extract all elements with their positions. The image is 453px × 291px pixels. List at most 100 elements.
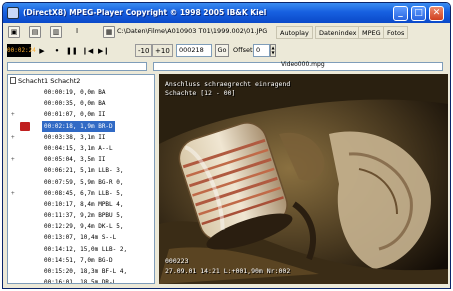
tree-row[interactable]: 00:00:35, 0,0m BA: [8, 98, 154, 109]
offset-input[interactable]: 0: [253, 44, 270, 57]
offset-label: Offset: [233, 46, 253, 54]
tree-row-time: 00:11:37: [44, 212, 73, 220]
tree-row-time: 00:00:35: [44, 100, 73, 108]
tree-row-time: 00:05:04: [44, 156, 73, 164]
photo-marker-icon: [20, 121, 30, 131]
tree-header[interactable]: Schacht1 Schacht2: [10, 77, 80, 85]
tree-row-text: 00:14:12, 15,0m LLB- 2,: [44, 245, 128, 253]
tree-row[interactable]: +00:01:07, 0,0m II: [8, 109, 154, 120]
tree-row-observation: 3,5m II: [80, 156, 106, 164]
tree-row[interactable]: 00:11:37, 9,2m BPBU 5,: [8, 210, 154, 221]
play-dot-icon[interactable]: •: [51, 44, 63, 57]
tree-row-observation: 8,4m MPBL 4,: [80, 200, 124, 208]
pipe-inspection-image: [159, 74, 448, 284]
tree-row-text: 00:05:04, 3,5m II: [44, 156, 106, 164]
tree-row-time: 00:10:17: [44, 200, 73, 208]
tree-row-observation: 7,0m BG-D: [80, 256, 113, 264]
overlay-top-line2: Schachte [12 - 00]: [165, 89, 236, 97]
tree-row-observation: 6,7m LLB- 5,: [80, 189, 124, 197]
tree-row-text: 00:06:21, 5,1m LLB- 3,: [44, 167, 124, 175]
forward-10-button[interactable]: +10: [152, 44, 173, 57]
expand-icon[interactable]: +: [11, 132, 18, 143]
autoplay-button[interactable]: Autoplay: [276, 26, 313, 39]
tree-row[interactable]: 00:14:51, 7,0m BG-D: [8, 255, 154, 266]
maximize-button[interactable]: □: [411, 6, 426, 21]
tree-row-text: 00:16:01, 18,5m DR-L: [42, 277, 118, 284]
back-10-button[interactable]: -10: [135, 44, 153, 57]
tree-row-time: 00:08:45: [44, 189, 73, 197]
player-window: (DirectX8) MPEG-Player Copyright © 1998 …: [2, 2, 451, 289]
skip-back-icon[interactable]: ❙◀: [79, 44, 96, 57]
tree-row[interactable]: 00:10:17, 8,4m MPBL 4,: [8, 199, 154, 210]
tree-row-time: 00:07:59: [44, 178, 73, 186]
info-icon[interactable]: I: [71, 26, 83, 38]
tree-row-observation: 9,2m BPBU 5,: [80, 212, 124, 220]
minimize-button[interactable]: _: [393, 6, 408, 21]
tree-row-text: 00:10:17, 8,4m MPBL 4,: [44, 200, 124, 208]
expand-icon[interactable]: +: [11, 188, 18, 199]
frame-input[interactable]: 000218: [176, 44, 212, 57]
tree-rows: 00:00:19, 0,0m BA 00:00:35, 0,0m BA +00:01…: [8, 87, 154, 284]
tree-row[interactable]: 00:13:07, 10,4m S--L: [8, 232, 154, 243]
tree-row[interactable]: 00:02:18, 1,9m BR-D: [8, 120, 154, 132]
close-button[interactable]: ✕: [429, 6, 444, 21]
tree-row[interactable]: 00:07:59, 5,9m BG-R 0,: [8, 177, 154, 188]
tree-row[interactable]: 00:14:12, 15,0m LLB- 2,: [8, 244, 154, 255]
tree-row-time: 00:12:29: [44, 223, 73, 231]
fotos-button[interactable]: Fotos: [383, 26, 409, 39]
tree-row[interactable]: +00:08:45, 6,7m LLB- 5,: [8, 188, 154, 199]
tree-row-time: 00:14:12: [44, 245, 73, 253]
app-icon: [7, 7, 19, 19]
tree-row[interactable]: +00:05:04, 3,5m II: [8, 154, 154, 165]
tree-row-time: 00:15:20: [44, 268, 73, 275]
floppy-icon[interactable]: ▣: [8, 26, 20, 38]
tree-row[interactable]: 00:12:29, 9,4m DK-L 5,: [8, 221, 154, 232]
tree-row-text: 00:13:07, 10,4m S--L: [44, 234, 117, 242]
transport-bar: 00:02:24 ▶ • ❚❚ ❙◀ ▶❙ -10 +10 000218 Go …: [3, 42, 450, 60]
tree-row[interactable]: +00:03:38, 3,1m II: [8, 132, 154, 143]
tree-row-text: 00:15:20, 18,3m BF-L 4,: [44, 268, 128, 275]
tree-row-text: 00:03:38, 3,1m II: [44, 133, 106, 141]
tree-row-observation: 3,1m A--L: [80, 144, 113, 152]
title-bar[interactable]: (DirectX8) MPEG-Player Copyright © 1998 …: [3, 3, 450, 23]
video-frame[interactable]: Anschluss schraegrecht einragend Schacht…: [159, 74, 448, 284]
tree-row-observation: 0,0m II: [80, 111, 106, 119]
tree-row-observation: 3,1m II: [80, 133, 106, 141]
main-toolbar: ▣ ▤ ▥ I ▦ C:\Daten\Filme\A010903 T01\199…: [3, 24, 450, 41]
dateindex-button[interactable]: Datenindex: [315, 26, 361, 39]
tree-row-text: 00:11:37, 9,2m BPBU 5,: [44, 212, 124, 220]
tree-row[interactable]: 00:15:20, 18,3m BF-L 4,: [8, 266, 154, 277]
tree-row[interactable]: 00:16:01, 18,5m DR-L: [8, 277, 154, 284]
skip-forward-icon[interactable]: ▶❙: [95, 44, 112, 57]
overlay-bottom-line: 27.09.01 14:21 L:+001,90m Nr:002: [165, 267, 291, 275]
tree-row-observation: 5,1m LLB- 3,: [80, 167, 124, 175]
mpeg-button[interactable]: MPEG: [358, 26, 385, 39]
folder-icon[interactable]: ▤: [29, 26, 41, 38]
tree-row-time: 00:00:19: [44, 89, 73, 96]
tree-row-observation: 9,4m DK-L 5,: [80, 223, 124, 231]
tree-row-text: 00:12:29, 9,4m DK-L 5,: [44, 223, 124, 231]
print-icon[interactable]: ▥: [50, 26, 62, 38]
tree-row-text: 00:01:07, 0,0m II: [44, 111, 106, 119]
photo-icon[interactable]: ▦: [103, 26, 115, 38]
seek-row: Video000.mpg: [3, 61, 450, 72]
seek-bar-left[interactable]: [7, 62, 147, 71]
document-icon: [10, 77, 16, 84]
tree-row-observation: 18,5m DR-L: [80, 279, 117, 284]
tree-row-observation: 10,4m S--L: [80, 234, 117, 242]
go-button[interactable]: Go: [215, 44, 229, 57]
tree-row-observation: 0,0m BA: [80, 100, 106, 108]
play-icon[interactable]: ▶: [36, 44, 48, 57]
tree-row-observation: 0,0m BA: [80, 89, 106, 96]
observation-tree[interactable]: Schacht1 Schacht2 00:00:19, 0,0m BA 00:00…: [7, 74, 155, 284]
tree-row[interactable]: 00:04:15, 3,1m A--L: [8, 143, 154, 154]
tree-row-time: 00:04:15: [44, 144, 73, 152]
tree-row-time: 00:16:01: [44, 279, 73, 284]
tree-header-label: Schacht1 Schacht2: [18, 77, 81, 85]
expand-icon[interactable]: +: [11, 154, 18, 165]
expand-icon[interactable]: +: [11, 109, 18, 120]
tree-row-text: 00:00:35, 0,0m BA: [44, 100, 106, 108]
tree-row[interactable]: 00:00:19, 0,0m BA: [8, 87, 154, 98]
tree-row[interactable]: 00:06:21, 5,1m LLB- 3,: [8, 165, 154, 176]
offset-spinner[interactable]: ▲ ▼: [270, 44, 276, 57]
